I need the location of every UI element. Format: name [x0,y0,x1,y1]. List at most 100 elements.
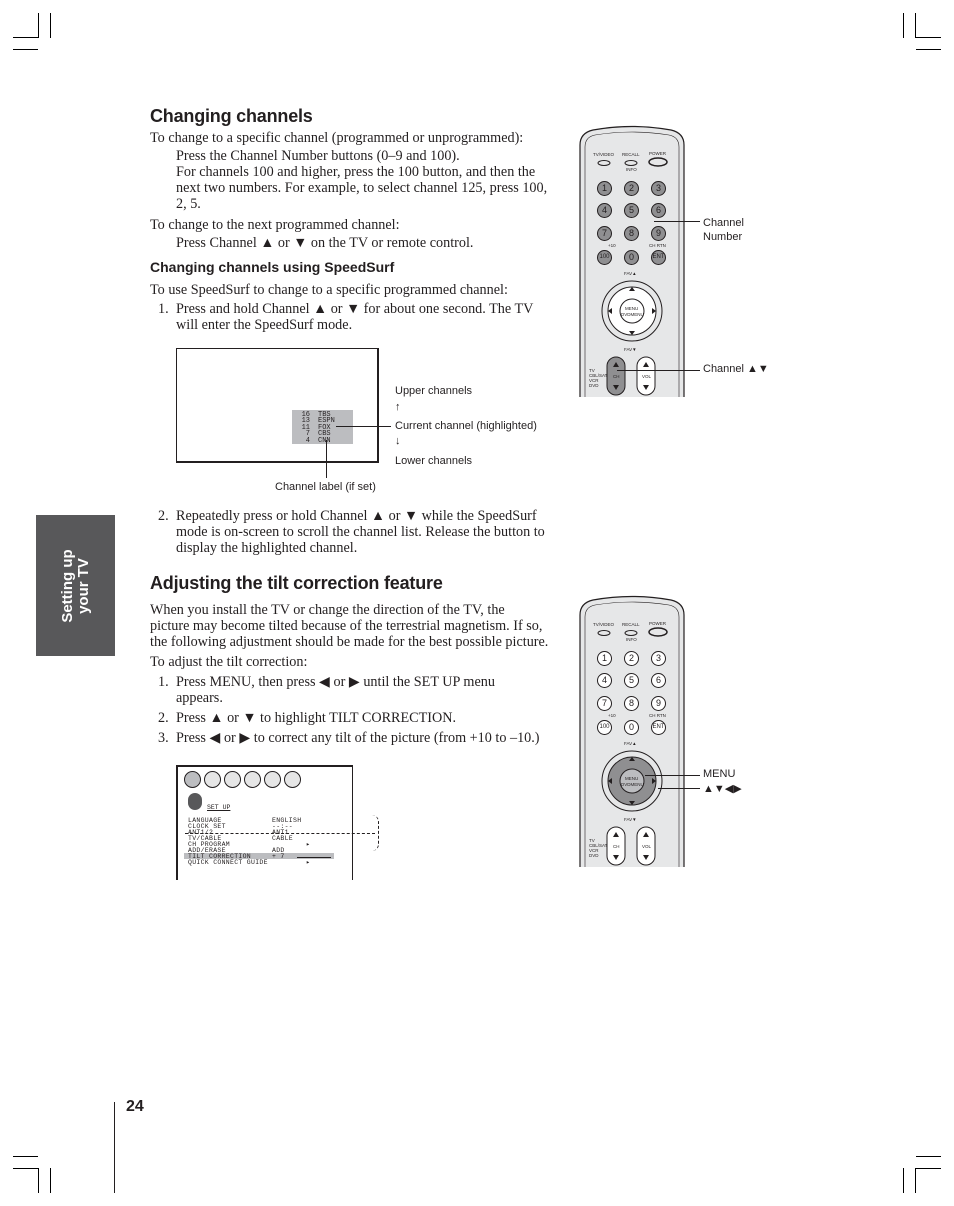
vol-rocker[interactable]: VOL [642,374,651,379]
digit-3-button[interactable]: 3 [651,181,666,196]
locks-menu-icon [224,771,241,788]
speedsurf-row: 4 CNN [292,436,353,445]
paragraph: appears. [176,690,223,706]
paragraph: Repeatedly press or hold Channel ▲ or ▼ … [176,508,537,524]
crop-mark [13,1156,38,1157]
step-number: 2. [158,710,169,726]
digit-5-button[interactable]: 5 [624,203,639,218]
ch-rocker[interactable]: CH [613,844,620,849]
info-label: INFO [626,167,637,172]
digit-7-button[interactable]: 7 [597,696,612,711]
leader-line [326,440,327,478]
paragraph: next two numbers. For example, to select… [176,180,548,196]
digit-0-button[interactable]: 0 [624,720,639,735]
leader-line [658,788,700,789]
digit-4-button[interactable]: 4 [597,203,612,218]
callout-channel-number: Channel Number [703,216,744,244]
setup-menu-icon [244,771,261,788]
digit-3-button[interactable]: 3 [651,651,666,666]
ch-rocker[interactable]: CH [613,374,620,379]
digit-1-button[interactable]: 1 [597,651,612,666]
menu-row-quick-connect[interactable]: QUICK CONNECT GUIDE ▸ [188,859,331,866]
crop-mark [916,49,941,50]
crop-mark [13,49,38,50]
remote-control-1: TV/VIDEO RECALL INFO POWER 1 2 3 4 5 6 7… [577,125,687,397]
digit-9-button[interactable]: 9 [651,226,666,241]
picture-menu-icon [184,771,201,788]
crop-mark [903,13,904,38]
crop-mark [13,37,39,38]
fav-up-label: FAV▲ [624,741,637,746]
menu-button[interactable]: MENU [625,306,638,311]
recall-label: RECALL [622,622,640,627]
digit-6-button[interactable]: 6 [651,203,666,218]
leader-line [654,221,700,222]
paragraph: To adjust the tilt correction: [150,654,308,670]
speedsurf-list: 16 TBS 13 ESPN 11 FOX 7 CBS 4 CNN [292,410,353,444]
paragraph: 2, 5. [176,196,201,212]
digit-2-button[interactable]: 2 [624,181,639,196]
crop-mark [50,1168,51,1193]
menu-button[interactable]: MENU [625,776,638,781]
channel-number: 4 [305,436,310,445]
power-label: POWER [649,151,667,156]
digit-8-button[interactable]: 8 [624,226,639,241]
paragraph: will enter the SpeedSurf mode. [176,317,353,333]
digit-1-button[interactable]: 1 [597,181,612,196]
crop-mark [13,1168,39,1169]
paragraph: mode is on-screen to scroll the channel … [176,524,545,540]
digit-100-button[interactable]: 100 [597,250,612,265]
digit-4-button[interactable]: 4 [597,673,612,688]
paragraph: Press ◀ or ▶ to correct any tilt of the … [176,730,540,746]
tilt-slider[interactable] [296,857,331,858]
callout-upper-channels: Upper channels [395,385,473,397]
crop-mark [915,13,916,38]
digit-5-button[interactable]: 5 [624,673,639,688]
channel-label: CNN [318,436,331,445]
paragraph: Press and hold Channel ▲ or ▼ for about … [176,301,534,317]
setup-selected-icon [188,793,202,810]
callout-menu: MENU [703,768,736,780]
paragraph: Press MENU, then press ◀ or ▶ until the … [176,674,495,690]
callout-text: Channel [703,217,744,229]
digit-2-button[interactable]: 2 [624,651,639,666]
audio-menu-icon [204,771,221,788]
vol-rocker[interactable]: VOL [642,844,651,849]
ent-button[interactable]: ENT [651,250,666,265]
digit-100-button[interactable]: 100 [597,720,612,735]
tilt-rotate-arrow [372,815,379,851]
dvd-menu-label: DVDMENU [621,782,644,787]
step-number: 1. [158,674,169,690]
crop-mark [38,1168,39,1193]
ent-button[interactable]: ENT [651,720,666,735]
recall-label: RECALL [622,152,640,157]
page-rule [114,1102,115,1193]
digit-7-button[interactable]: 7 [597,226,612,241]
dvd-menu-label: DVDMENU [621,312,644,317]
callout-down-arrow: ↓ [395,435,401,447]
paragraph: display the highlighted channel. [176,540,358,556]
plus10-label: +10 [608,243,616,248]
mode-dvd-label: DVD [589,853,599,858]
heading-speedsurf: Changing channels using SpeedSurf [150,259,395,275]
plus10-label: +10 [608,713,616,718]
preference-menu-icon [284,771,301,788]
menu-title: SET UP [207,804,231,811]
digit-9-button[interactable]: 9 [651,696,666,711]
heading-tilt-correction: Adjusting the tilt correction feature [150,573,443,593]
paragraph: Press Channel ▲ or ▼ on the TV or remote… [176,235,474,251]
crop-mark [38,13,39,38]
crop-mark [50,13,51,38]
callout-up-arrow: ↑ [395,401,401,413]
paragraph: When you install the TV or change the di… [150,602,505,618]
step-number: 1. [158,301,169,317]
digit-6-button[interactable]: 6 [651,673,666,688]
callout-channel-updown: Channel ▲▼ [703,363,769,375]
leader-line [336,426,391,427]
paragraph: For channels 100 and higher, press the 1… [176,164,536,180]
digit-0-button[interactable]: 0 [624,250,639,265]
crop-mark [915,1168,941,1169]
digit-8-button[interactable]: 8 [624,696,639,711]
dashed-leader [185,833,375,834]
crop-mark [916,1156,941,1157]
